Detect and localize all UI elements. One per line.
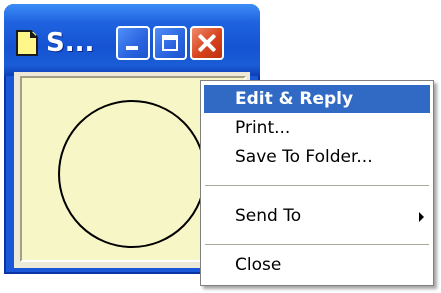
chevron-right-icon [419,212,424,222]
menu-item-save-to-folder[interactable]: Save To Folder... [204,143,430,171]
minimize-button[interactable] [116,26,150,60]
menu-separator [205,185,429,186]
menu-item-print[interactable]: Print... [204,114,430,142]
menu-item-send-to[interactable]: Send To [204,202,430,230]
minimize-icon [126,46,138,50]
menu-separator [205,244,429,245]
menu-item-edit-reply[interactable]: Edit & Reply [204,85,430,113]
maximize-icon [162,35,178,51]
context-menu: Edit & Reply Print... Save To Folder... … [200,80,434,286]
close-button[interactable] [190,26,224,60]
window-title: S... [46,28,95,58]
menu-item-close[interactable]: Close [204,251,430,279]
maximize-button[interactable] [153,26,187,60]
close-icon [192,28,222,58]
sticky-note-icon [16,30,38,56]
menu-item-send-to-label: Send To [235,206,302,226]
drawn-circle [58,100,206,248]
title-bar[interactable]: S... [4,4,260,76]
